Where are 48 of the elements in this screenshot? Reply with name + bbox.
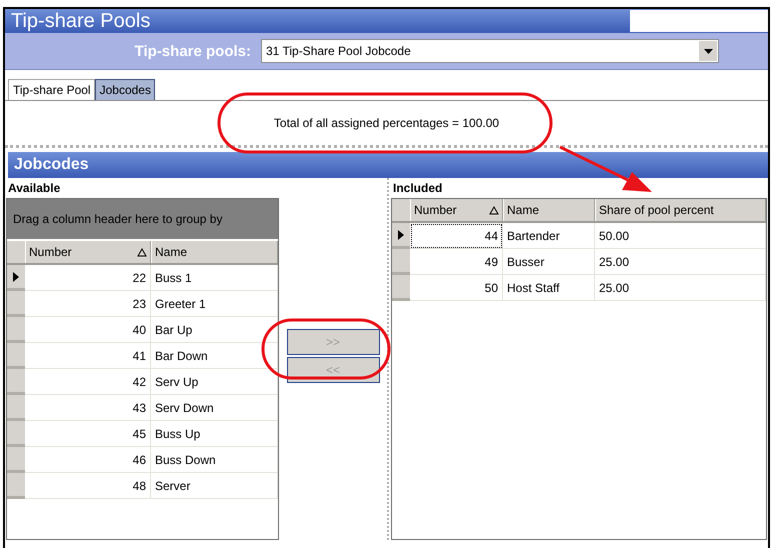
table-cell: 40 xyxy=(25,317,151,343)
pool-dropdown[interactable]: 31 Tip-Share Pool Jobcode xyxy=(261,39,719,63)
table-cell: 50.00 xyxy=(595,223,766,249)
table-cell: Bar Down xyxy=(151,343,278,369)
table-cell: Buss Up xyxy=(151,421,278,447)
table-cell: Serv Down xyxy=(151,395,278,421)
table-cell: 43 xyxy=(25,395,151,421)
table-cell: 44 xyxy=(410,223,503,249)
table-cell: Bartender xyxy=(503,223,595,249)
group-by-hint: Drag a column header here to group by xyxy=(7,199,278,241)
table-cell: 22 xyxy=(25,265,151,291)
column-header[interactable]: Share of pool percent xyxy=(595,199,766,221)
table-cell: 50 xyxy=(410,275,503,301)
dropdown-arrow-icon xyxy=(704,48,712,54)
table-cell: Host Staff xyxy=(503,275,595,301)
table-cell: 45 xyxy=(25,421,151,447)
panel-label: Included xyxy=(392,180,444,197)
table-cell: Bar Up xyxy=(151,317,278,343)
table-cell: 42 xyxy=(25,369,151,395)
window-title: Tip-share Pools xyxy=(10,10,150,32)
current-row-icon xyxy=(13,272,19,282)
column-header[interactable]: Name xyxy=(151,241,278,263)
pool-label: Tip-share pools: xyxy=(134,42,252,60)
table-cell: Server xyxy=(151,473,278,499)
tab[interactable]: Jobcodes xyxy=(94,79,155,100)
tab[interactable]: Tip-share Pool xyxy=(8,79,95,100)
title-field[interactable] xyxy=(630,10,768,32)
table-cell: 46 xyxy=(25,447,151,473)
table-cell: 25.00 xyxy=(595,275,766,301)
table-cell: Buss Down xyxy=(151,447,278,473)
total-percent-text: Total of all assigned percentages = 100.00 xyxy=(274,116,500,130)
table-cell: 49 xyxy=(410,249,503,275)
table-cell: Buss 1 xyxy=(151,265,278,291)
table-cell: Greeter 1 xyxy=(151,291,278,317)
table-cell: 23 xyxy=(25,291,151,317)
column-header[interactable]: Name xyxy=(503,199,595,221)
table-cell: Busser xyxy=(503,249,595,275)
row-selector[interactable] xyxy=(392,223,410,249)
table-cell: 41 xyxy=(25,343,151,369)
current-row-icon xyxy=(398,230,404,240)
column-header[interactable]: Number xyxy=(410,199,503,221)
row-selector[interactable] xyxy=(7,265,25,291)
table-cell: Serv Up xyxy=(151,369,278,395)
section-header: Jobcodes xyxy=(8,152,768,178)
table-cell: 25.00 xyxy=(595,249,766,275)
table-cell: 48 xyxy=(25,473,151,499)
panel-label: Available xyxy=(7,180,62,197)
column-header[interactable]: Number xyxy=(25,241,151,263)
